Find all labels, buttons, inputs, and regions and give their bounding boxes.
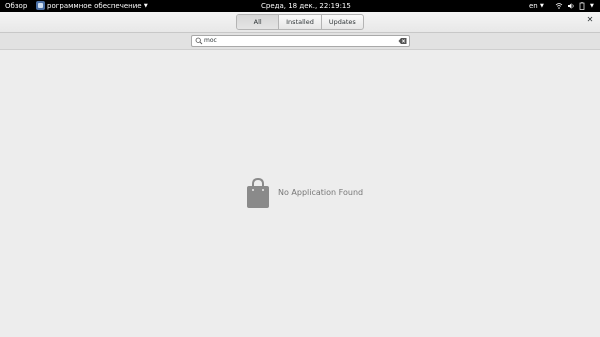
clock-button[interactable]: Среда, 18 дек., 22:19:15 <box>261 0 351 12</box>
header-bar: All Installed Updates <box>0 12 600 33</box>
search-bar: moc <box>0 33 600 50</box>
search-query: moc <box>204 37 217 44</box>
chevron-down-icon: ▼ <box>539 3 544 9</box>
app-menu-label: рограммное обеспечение <box>47 2 142 10</box>
battery-icon[interactable] <box>578 2 586 10</box>
tab-updates[interactable]: Updates <box>322 15 363 29</box>
empty-state: No Application Found <box>246 178 376 210</box>
search-input[interactable]: moc <box>191 35 410 47</box>
tab-installed[interactable]: Installed <box>279 15 322 29</box>
view-switcher: All Installed Updates <box>236 14 364 30</box>
clear-search-icon[interactable] <box>398 37 407 45</box>
app-menu-button[interactable]: рограммное обеспечение ▼ <box>47 0 148 12</box>
keyboard-layout-label: en <box>529 2 538 10</box>
software-app-icon <box>36 1 45 10</box>
top-bar: Обзор рограммное обеспечение ▼ Среда, 18… <box>0 0 600 12</box>
keyboard-layout-button[interactable]: en ▼ <box>529 0 544 12</box>
system-menu-chevron-icon[interactable]: ▼ <box>590 0 594 12</box>
tab-all[interactable]: All <box>237 15 280 29</box>
shopping-bag-icon <box>247 178 269 208</box>
close-icon: ✕ <box>586 15 594 24</box>
search-icon <box>195 37 203 45</box>
wifi-icon[interactable] <box>555 2 563 10</box>
activities-button[interactable]: Обзор <box>5 0 27 12</box>
empty-message: No Application Found <box>278 188 364 197</box>
chevron-down-icon: ▼ <box>143 3 148 9</box>
volume-icon[interactable] <box>567 2 575 10</box>
window-close-button[interactable]: ✕ <box>584 13 596 27</box>
